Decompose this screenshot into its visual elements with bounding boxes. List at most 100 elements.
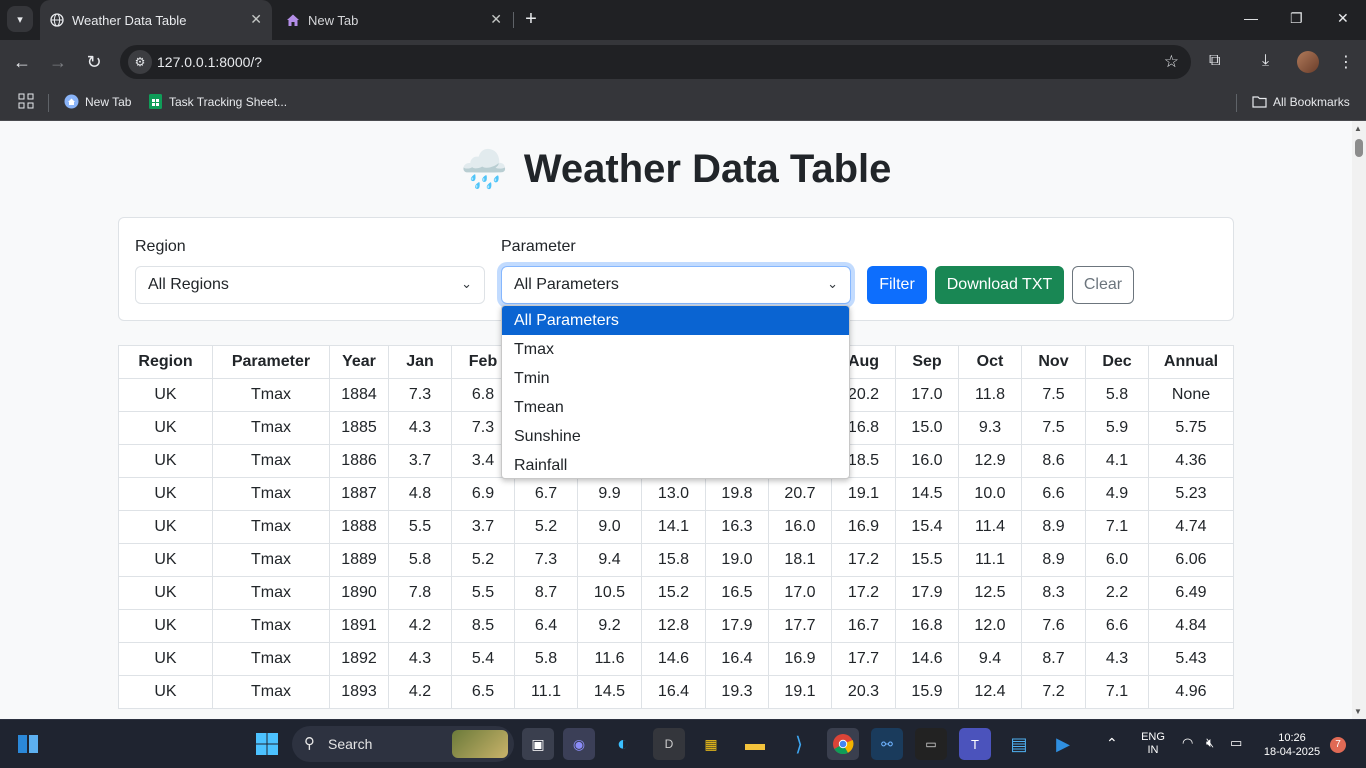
parameter-dropdown-list: All Parameters Tmax Tmin Tmean Sunshine … bbox=[501, 305, 850, 479]
table-cell: 5.5 bbox=[388, 510, 452, 544]
scrollbar-thumb[interactable] bbox=[1355, 139, 1363, 157]
media-player-icon[interactable]: ▶ bbox=[1047, 728, 1079, 760]
table-cell: 1889 bbox=[329, 543, 389, 577]
chrome-icon[interactable] bbox=[827, 728, 859, 760]
table-row: UK Tmax 1892 4.3 5.4 5.8 11.6 14.6 16.4 16.9 17.7 1… bbox=[118, 642, 1234, 676]
dropdown-option-all-parameters[interactable]: All Parameters bbox=[502, 306, 849, 335]
table-cell: 13.0 bbox=[641, 477, 706, 511]
task-view-icon[interactable]: ▣ bbox=[522, 728, 554, 760]
dropdown-option-tmin[interactable]: Tmin bbox=[502, 364, 849, 393]
close-tab-icon[interactable]: ✕ bbox=[250, 11, 262, 28]
table-cell: 5.4 bbox=[451, 642, 515, 676]
table-cell: 5.75 bbox=[1148, 411, 1234, 445]
forward-arrow-icon[interactable]: → bbox=[48, 52, 68, 72]
page-scrollbar[interactable]: ▲ ▼ bbox=[1352, 121, 1366, 719]
profile-avatar[interactable] bbox=[1297, 51, 1319, 73]
volume-muted-icon[interactable]: 🔇︎ bbox=[1206, 735, 1214, 751]
close-tab-icon[interactable]: ✕ bbox=[490, 11, 502, 28]
bookmark-divider bbox=[48, 94, 49, 112]
table-cell: 18.1 bbox=[768, 543, 832, 577]
mysql-workbench-icon[interactable]: ⚯ bbox=[871, 728, 903, 760]
table-cell: Tmax bbox=[212, 477, 330, 511]
table-cell: 11.6 bbox=[577, 642, 642, 676]
scroll-down-icon[interactable]: ▼ bbox=[1354, 707, 1362, 716]
url-text[interactable]: 127.0.0.1:8000/? bbox=[157, 54, 262, 70]
table-cell: 15.4 bbox=[895, 510, 959, 544]
home-icon bbox=[287, 14, 299, 26]
table-cell: 19.3 bbox=[705, 675, 769, 709]
store-icon[interactable]: ▦ bbox=[695, 728, 727, 760]
table-cell: 17.2 bbox=[831, 576, 896, 610]
parameter-select[interactable]: All Parameters ⌄ bbox=[501, 266, 851, 304]
battery-icon[interactable]: ▭ bbox=[1230, 735, 1242, 751]
bookmark-star-icon[interactable]: ☆ bbox=[1164, 52, 1179, 72]
edge-icon[interactable]: ◐ bbox=[607, 728, 639, 760]
table-cell: 9.0 bbox=[577, 510, 642, 544]
filter-button[interactable]: Filter bbox=[867, 266, 927, 304]
dropdown-option-tmean[interactable]: Tmean bbox=[502, 393, 849, 422]
all-bookmarks-label: All Bookmarks bbox=[1273, 94, 1350, 109]
column-header: Nov bbox=[1021, 345, 1086, 379]
chevron-down-icon: ⌄ bbox=[827, 276, 838, 291]
scroll-up-icon[interactable]: ▲ bbox=[1354, 124, 1362, 133]
windows-start-icon[interactable] bbox=[251, 728, 283, 760]
bookmark-new-tab[interactable]: New Tab bbox=[64, 94, 131, 109]
new-tab-plus-icon[interactable]: + bbox=[520, 8, 542, 30]
table-cell: 7.1 bbox=[1085, 675, 1149, 709]
close-window-icon[interactable]: ✕ bbox=[1337, 10, 1349, 27]
meet-icon[interactable]: ◉ bbox=[563, 728, 595, 760]
teams-icon[interactable]: T bbox=[959, 728, 991, 760]
table-cell: 12.0 bbox=[958, 609, 1022, 643]
minimize-icon[interactable]: — bbox=[1244, 10, 1258, 26]
clear-button[interactable]: Clear bbox=[1072, 266, 1134, 304]
d-app-icon[interactable]: D bbox=[653, 728, 685, 760]
back-arrow-icon[interactable]: ← bbox=[12, 52, 32, 72]
wifi-icon[interactable]: ◠ bbox=[1182, 735, 1193, 751]
all-bookmarks-button[interactable]: All Bookmarks bbox=[1252, 94, 1350, 109]
table-cell: 17.7 bbox=[768, 609, 832, 643]
reload-icon[interactable]: ↻ bbox=[84, 52, 104, 72]
dropdown-option-sunshine[interactable]: Sunshine bbox=[502, 422, 849, 451]
site-info-icon[interactable]: ⚙ bbox=[128, 50, 152, 74]
table-row: UK Tmax 1887 4.8 6.9 6.7 9.9 13.0 19.8 20.7 19.1 14… bbox=[118, 477, 1234, 511]
restore-icon[interactable]: ❐ bbox=[1290, 10, 1303, 27]
tab-search-chevron-icon[interactable]: ▾ bbox=[7, 6, 33, 32]
region-select[interactable]: All Regions ⌄ bbox=[135, 266, 485, 304]
language-indicator[interactable]: ENG IN bbox=[1138, 731, 1168, 757]
chevron-up-icon[interactable]: ⌃ bbox=[1106, 735, 1118, 752]
sheets-icon bbox=[149, 94, 162, 109]
search-icon: ⚲ bbox=[304, 735, 315, 752]
dropdown-option-rainfall[interactable]: Rainfall bbox=[502, 451, 849, 480]
table-cell: 1890 bbox=[329, 576, 389, 610]
table-cell: UK bbox=[118, 477, 213, 511]
browser-toolbar: ← → ↻ ⚙ 127.0.0.1:8000/? ☆ ⧉ ⤓ ⋮ bbox=[0, 40, 1366, 85]
widgets-icon[interactable] bbox=[12, 728, 44, 760]
table-cell: 11.1 bbox=[514, 675, 578, 709]
address-bar[interactable]: ⚙ 127.0.0.1:8000/? ☆ bbox=[120, 45, 1191, 79]
clock[interactable]: 10:26 18-04-2025 bbox=[1258, 731, 1326, 759]
taskbar-search-box[interactable]: ⚲ Search bbox=[292, 726, 514, 762]
bookmark-task-tracking-sheet[interactable]: Task Tracking Sheet... bbox=[148, 94, 287, 109]
table-cell: 16.4 bbox=[641, 675, 706, 709]
table-cell: UK bbox=[118, 642, 213, 676]
table-cell: 8.7 bbox=[1021, 642, 1086, 676]
table-cell: 7.3 bbox=[388, 378, 452, 412]
tab-weather-data-table[interactable]: Weather Data Table ✕ bbox=[40, 0, 272, 40]
dropdown-option-tmax[interactable]: Tmax bbox=[502, 335, 849, 364]
file-explorer-icon[interactable]: ▬ bbox=[739, 728, 771, 760]
table-cell: 16.9 bbox=[768, 642, 832, 676]
table-cell: 14.1 bbox=[641, 510, 706, 544]
downloads-icon[interactable]: ⤓ bbox=[1262, 52, 1269, 70]
tab-new-tab[interactable]: New Tab ✕ bbox=[276, 0, 512, 40]
menu-kebab-icon[interactable]: ⋮ bbox=[1338, 52, 1354, 72]
table-cell: 15.5 bbox=[895, 543, 959, 577]
table-cell: 5.8 bbox=[388, 543, 452, 577]
download-txt-button[interactable]: Download TXT bbox=[935, 266, 1064, 304]
table-cell: 4.3 bbox=[388, 411, 452, 445]
notepad-icon[interactable]: ▤ bbox=[1003, 728, 1035, 760]
terminal-icon[interactable]: ▭ bbox=[915, 728, 947, 760]
vscode-icon[interactable]: ⟩ bbox=[783, 728, 815, 760]
notification-badge[interactable]: 7 bbox=[1330, 737, 1346, 753]
extensions-icon[interactable]: ⧉ bbox=[1209, 52, 1220, 70]
apps-grid-icon[interactable] bbox=[18, 93, 34, 109]
